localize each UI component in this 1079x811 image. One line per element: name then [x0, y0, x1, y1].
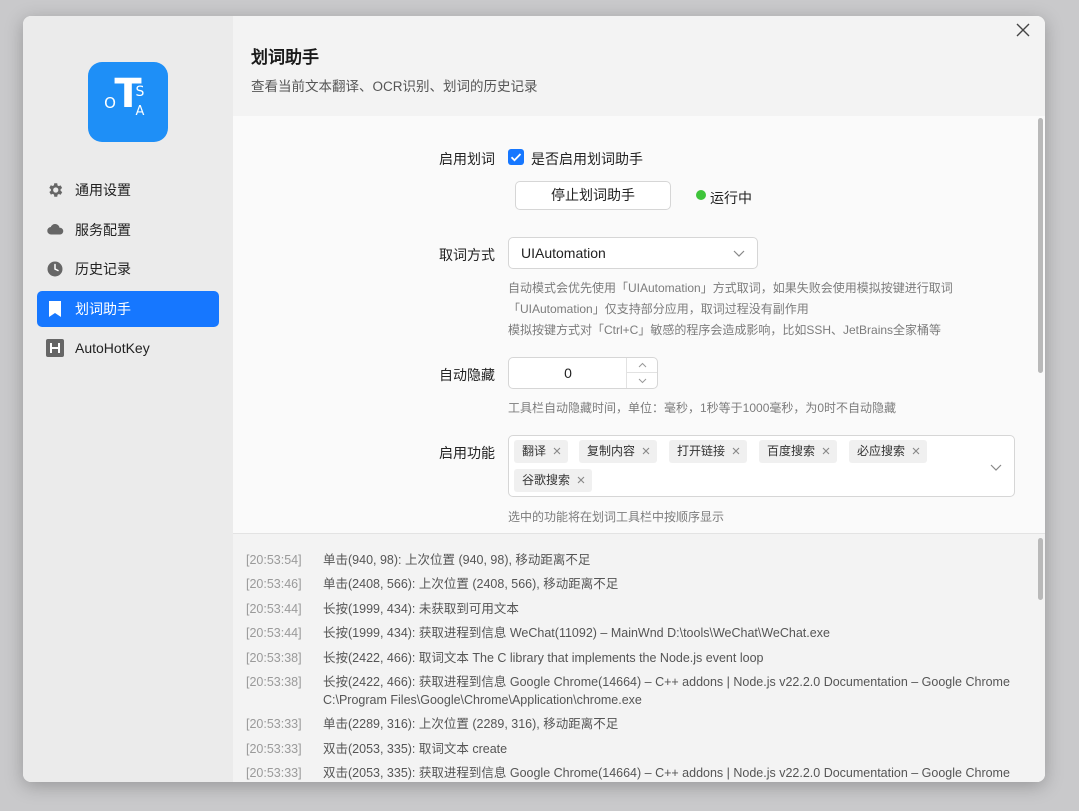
logo-letter-o: O	[104, 94, 116, 112]
sidebar: T O S A 通用设置 服务配置 历史记录 划词助手 AutoHotKey	[23, 16, 233, 782]
tag-open-link: 打开链接	[669, 440, 748, 463]
close-icon	[1016, 23, 1030, 37]
chevron-down-icon	[733, 250, 745, 257]
tag-label: 谷歌搜索	[522, 473, 571, 487]
method-select-value: UIAutomation	[521, 245, 606, 261]
log-time: [20:53:33]	[246, 742, 302, 756]
enable-checkbox[interactable]	[508, 149, 524, 165]
sidebar-item-general[interactable]: 通用设置	[37, 172, 219, 208]
enable-label: 启用划词	[439, 151, 495, 167]
autohide-stepper[interactable]: 0	[508, 357, 658, 389]
tag-bing-search: 必应搜索	[849, 440, 928, 463]
log-time: [20:53:46]	[246, 577, 302, 591]
settings-scrollbar[interactable]	[1038, 118, 1043, 373]
tag-baidu-search: 百度搜索	[759, 440, 838, 463]
autohotkey-icon	[45, 338, 65, 358]
status-dot	[696, 190, 706, 200]
log-message: 长按(2422, 466): 取词文本 The C library that i…	[323, 651, 764, 665]
sidebar-item-word-assistant[interactable]: 划词助手	[37, 290, 219, 327]
log-message: 单击(940, 98): 上次位置 (940, 98), 移动距离不足	[323, 553, 591, 567]
close-icon[interactable]	[576, 475, 586, 485]
autohide-hint: 工具栏自动隐藏时间，单位：毫秒，1秒等于1000毫秒，为0时不自动隐藏	[508, 401, 897, 415]
close-icon[interactable]	[641, 446, 651, 456]
close-icon[interactable]	[731, 446, 741, 456]
autohide-label: 自动隐藏	[439, 367, 495, 383]
stepper-buttons	[626, 358, 657, 388]
stepper-down-button[interactable]	[627, 373, 657, 388]
features-label: 启用功能	[439, 445, 495, 461]
log-message: 单击(2408, 566): 上次位置 (2408, 566), 移动距离不足	[323, 577, 619, 591]
tag-label: 必应搜索	[857, 444, 906, 458]
log-message: 双击(2053, 335): 获取进程到信息 Google Chrome(146…	[323, 766, 1010, 780]
tag-label: 百度搜索	[767, 444, 816, 458]
app-logo-icon: T O S A	[104, 71, 145, 119]
sidebar-item-label: 划词助手	[75, 300, 131, 317]
log-message: 长按(1999, 434): 未获取到可用文本	[323, 602, 519, 616]
log-message: 双击(2053, 335): 取词文本 create	[323, 742, 508, 756]
method-select[interactable]: UIAutomation	[508, 237, 758, 269]
sidebar-item-service[interactable]: 服务配置	[37, 212, 219, 248]
log-panel: [20:53:54] 单击(940, 98): 上次位置 (940, 98), …	[233, 533, 1045, 782]
log-message: 单击(2289, 316): 上次位置 (2289, 316), 移动距离不足	[323, 717, 619, 731]
log-scrollbar[interactable]	[1038, 538, 1043, 600]
sidebar-item-label: 通用设置	[75, 182, 131, 198]
tag-label: 翻译	[522, 444, 547, 458]
logo-letter-s: S	[136, 84, 145, 100]
bookmark-icon	[45, 299, 65, 319]
autohide-value[interactable]: 0	[509, 358, 627, 388]
close-button[interactable]	[1013, 20, 1033, 40]
sidebar-item-label: 服务配置	[75, 221, 131, 238]
tag-label: 复制内容	[587, 444, 636, 458]
method-hint-2: 「UIAutomation」仅支持部分应用，取词过程没有副作用	[508, 302, 809, 316]
status-text: 运行中	[710, 190, 752, 206]
main-panel: 划词助手 查看当前文本翻译、OCR识别、划词的历史记录 启用划词 是否启用划词助…	[233, 16, 1045, 782]
sidebar-item-history[interactable]: 历史记录	[37, 251, 219, 287]
chevron-up-icon	[638, 362, 646, 368]
log-time: [20:53:33]	[246, 766, 302, 780]
tag-google-search: 谷歌搜索	[514, 469, 593, 492]
chevron-down-icon[interactable]	[990, 462, 1002, 472]
log-time: [20:53:54]	[246, 553, 302, 567]
tag-translate: 翻译	[514, 440, 569, 463]
method-hint-3: 模拟按键方式对「Ctrl+C」敏感的程序会造成影响，比如SSH、JetBrain…	[508, 323, 942, 337]
close-icon[interactable]	[552, 446, 562, 456]
app-window: T O S A 通用设置 服务配置 历史记录 划词助手 AutoHotKey 划…	[23, 16, 1045, 782]
sidebar-nav: 通用设置 服务配置 历史记录 划词助手 AutoHotKey	[37, 172, 219, 370]
log-time: [20:53:38]	[246, 675, 302, 689]
log-time: [20:53:44]	[246, 626, 302, 640]
method-hint-1: 自动模式会优先使用「UIAutomation」方式取词，如果失败会使用模拟按键进…	[508, 281, 953, 295]
features-tag-select[interactable]: 翻译 复制内容 打开链接 百度搜索 必应搜索 谷歌搜索	[508, 435, 1015, 497]
page-title: 划词助手	[251, 48, 319, 67]
sidebar-item-label: 历史记录	[75, 261, 131, 277]
check-icon	[510, 153, 522, 162]
stepper-up-button[interactable]	[627, 358, 657, 373]
close-icon[interactable]	[911, 446, 921, 456]
log-message: 长按(2422, 466): 获取进程到信息 Google Chrome(146…	[323, 675, 1010, 707]
logo-letter-a: A	[136, 104, 145, 119]
stop-assistant-button[interactable]: 停止划词助手	[515, 181, 671, 210]
app-logo: T O S A	[88, 62, 168, 142]
sidebar-item-label: AutoHotKey	[75, 340, 150, 356]
sidebar-item-autohotkey[interactable]: AutoHotKey	[37, 330, 219, 366]
log-time: [20:53:44]	[246, 602, 302, 616]
tag-label: 打开链接	[677, 444, 726, 458]
cloud-icon	[45, 220, 65, 240]
log-time: [20:53:38]	[246, 651, 302, 665]
page-subtitle: 查看当前文本翻译、OCR识别、划词的历史记录	[251, 79, 538, 94]
features-hint: 选中的功能将在划词工具栏中按顺序显示	[508, 510, 725, 524]
tag-copy: 复制内容	[579, 440, 658, 463]
close-icon[interactable]	[821, 446, 831, 456]
method-label: 取词方式	[439, 247, 495, 263]
chevron-down-icon	[638, 378, 646, 383]
log-message: 长按(1999, 434): 获取进程到信息 WeChat(11092) – M…	[323, 626, 830, 640]
gear-icon	[45, 180, 65, 200]
log-time: [20:53:33]	[246, 717, 302, 731]
enable-checkbox-label[interactable]: 是否启用划词助手	[531, 149, 643, 169]
clock-icon	[45, 259, 65, 279]
